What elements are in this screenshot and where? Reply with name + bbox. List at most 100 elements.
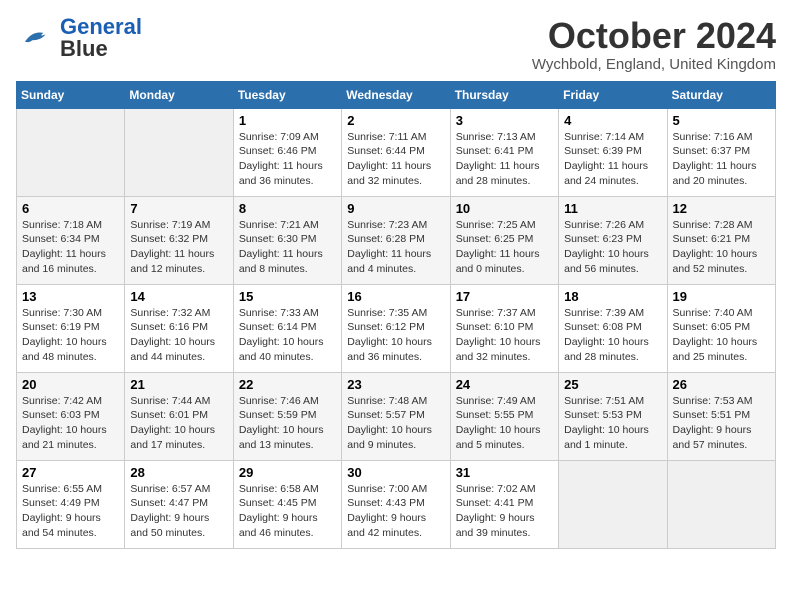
day-number: 10 — [456, 201, 553, 216]
calendar-week-1: 1 Sunrise: 7:09 AM Sunset: 6:46 PM Daylig… — [17, 108, 776, 196]
day-number: 4 — [564, 113, 661, 128]
calendar-cell: 19Sunrise: 7:40 AM Sunset: 6:05 PM Dayli… — [667, 284, 775, 372]
day-detail: Sunrise: 7:19 AM Sunset: 6:32 PM Dayligh… — [130, 218, 227, 277]
day-detail: Sunrise: 7:25 AM Sunset: 6:25 PM Dayligh… — [456, 218, 553, 277]
day-number: 3 — [456, 113, 553, 128]
day-number: 26 — [673, 377, 770, 392]
day-detail: Sunrise: 7:49 AM Sunset: 5:55 PM Dayligh… — [456, 394, 553, 453]
day-number: 16 — [347, 289, 444, 304]
day-detail: Sunrise: 7:37 AM Sunset: 6:10 PM Dayligh… — [456, 306, 553, 365]
day-number: 27 — [22, 465, 119, 480]
calendar-cell: 28 Sunrise: 6:57 AM Sunset: 4:47 PM Dayli… — [125, 460, 233, 548]
day-number: 6 — [22, 201, 119, 216]
day-number: 21 — [130, 377, 227, 392]
calendar-cell — [17, 108, 125, 196]
day-number: 18 — [564, 289, 661, 304]
calendar-cell: 2 Sunrise: 7:11 AM Sunset: 6:44 PM Daylig… — [342, 108, 450, 196]
day-detail: Sunrise: 7:18 AM Sunset: 6:34 PM Dayligh… — [22, 218, 119, 277]
calendar-cell: 21 Sunrise: 7:44 AM Sunset: 6:01 PM Dayli… — [125, 372, 233, 460]
day-number: 30 — [347, 465, 444, 480]
calendar-cell: 7Sunrise: 7:19 AM Sunset: 6:32 PM Daylig… — [125, 196, 233, 284]
calendar-cell: 15Sunrise: 7:33 AM Sunset: 6:14 PM Dayli… — [233, 284, 341, 372]
day-detail: Sunrise: 7:13 AM Sunset: 6:41 PM Dayligh… — [456, 130, 553, 189]
calendar-cell: 17Sunrise: 7:37 AM Sunset: 6:10 PM Dayli… — [450, 284, 558, 372]
day-number: 20 — [22, 377, 119, 392]
day-detail: Sunrise: 7:26 AM Sunset: 6:23 PM Dayligh… — [564, 218, 661, 277]
day-detail: Sunrise: 7:21 AM Sunset: 6:30 PM Dayligh… — [239, 218, 336, 277]
location-subtitle: Wychbold, England, United Kingdom — [532, 56, 776, 73]
day-detail: Sunrise: 7:46 AM Sunset: 5:59 PM Dayligh… — [239, 394, 336, 453]
day-number: 9 — [347, 201, 444, 216]
calendar-week-5: 27 Sunrise: 6:55 AM Sunset: 4:49 PM Dayli… — [17, 460, 776, 548]
calendar-cell: 10 Sunrise: 7:25 AM Sunset: 6:25 PM Dayli… — [450, 196, 558, 284]
calendar-cell: 4 Sunrise: 7:14 AM Sunset: 6:39 PM Daylig… — [559, 108, 667, 196]
day-number: 25 — [564, 377, 661, 392]
day-header-sunday: Sunday — [17, 81, 125, 108]
day-number: 5 — [673, 113, 770, 128]
day-header-wednesday: Wednesday — [342, 81, 450, 108]
day-detail: Sunrise: 7:44 AM Sunset: 6:01 PM Dayligh… — [130, 394, 227, 453]
day-detail: Sunrise: 7:16 AM Sunset: 6:37 PM Dayligh… — [673, 130, 770, 189]
calendar-cell: 16Sunrise: 7:35 AM Sunset: 6:12 PM Dayli… — [342, 284, 450, 372]
title-block: October 2024 Wychbold, England, United K… — [532, 16, 776, 73]
calendar-table: SundayMondayTuesdayWednesdayThursdayFrid… — [16, 81, 776, 549]
calendar-cell: 13Sunrise: 7:30 AM Sunset: 6:19 PM Dayli… — [17, 284, 125, 372]
calendar-body: 1 Sunrise: 7:09 AM Sunset: 6:46 PM Daylig… — [17, 108, 776, 548]
calendar-cell: 5 Sunrise: 7:16 AM Sunset: 6:37 PM Daylig… — [667, 108, 775, 196]
day-header-saturday: Saturday — [667, 81, 775, 108]
calendar-cell: 14 Sunrise: 7:32 AM Sunset: 6:16 PM Dayli… — [125, 284, 233, 372]
calendar-week-2: 6 Sunrise: 7:18 AM Sunset: 6:34 PM Daylig… — [17, 196, 776, 284]
calendar-cell: 18 Sunrise: 7:39 AM Sunset: 6:08 PM Dayli… — [559, 284, 667, 372]
day-detail: Sunrise: 7:42 AM Sunset: 6:03 PM Dayligh… — [22, 394, 119, 453]
day-number: 1 — [239, 113, 336, 128]
calendar-cell: 20 Sunrise: 7:42 AM Sunset: 6:03 PM Dayli… — [17, 372, 125, 460]
day-header-friday: Friday — [559, 81, 667, 108]
day-detail: Sunrise: 6:57 AM Sunset: 4:47 PM Dayligh… — [130, 482, 227, 541]
day-number: 28 — [130, 465, 227, 480]
calendar-cell: 30 Sunrise: 7:00 AM Sunset: 4:43 PM Dayli… — [342, 460, 450, 548]
day-number: 14 — [130, 289, 227, 304]
calendar-header-row: SundayMondayTuesdayWednesdayThursdayFrid… — [17, 81, 776, 108]
day-detail: Sunrise: 7:11 AM Sunset: 6:44 PM Dayligh… — [347, 130, 444, 189]
calendar-cell: 22 Sunrise: 7:46 AM Sunset: 5:59 PM Dayli… — [233, 372, 341, 460]
day-number: 15 — [239, 289, 336, 304]
day-number: 24 — [456, 377, 553, 392]
calendar-cell: 6 Sunrise: 7:18 AM Sunset: 6:34 PM Daylig… — [17, 196, 125, 284]
day-number: 19 — [673, 289, 770, 304]
calendar-cell: 8 Sunrise: 7:21 AM Sunset: 6:30 PM Daylig… — [233, 196, 341, 284]
day-detail: Sunrise: 7:00 AM Sunset: 4:43 PM Dayligh… — [347, 482, 444, 541]
day-detail: Sunrise: 6:55 AM Sunset: 4:49 PM Dayligh… — [22, 482, 119, 541]
day-detail: Sunrise: 7:02 AM Sunset: 4:41 PM Dayligh… — [456, 482, 553, 541]
logo-text: GeneralBlue — [60, 16, 142, 60]
day-number: 31 — [456, 465, 553, 480]
calendar-cell — [667, 460, 775, 548]
day-number: 8 — [239, 201, 336, 216]
day-number: 2 — [347, 113, 444, 128]
day-detail: Sunrise: 7:09 AM Sunset: 6:46 PM Dayligh… — [239, 130, 336, 189]
day-header-thursday: Thursday — [450, 81, 558, 108]
calendar-cell: 26 Sunrise: 7:53 AM Sunset: 5:51 PM Dayli… — [667, 372, 775, 460]
day-detail: Sunrise: 7:14 AM Sunset: 6:39 PM Dayligh… — [564, 130, 661, 189]
day-detail: Sunrise: 7:53 AM Sunset: 5:51 PM Dayligh… — [673, 394, 770, 453]
month-title: October 2024 — [532, 16, 776, 56]
day-number: 29 — [239, 465, 336, 480]
calendar-cell: 11 Sunrise: 7:26 AM Sunset: 6:23 PM Dayli… — [559, 196, 667, 284]
calendar-week-3: 13Sunrise: 7:30 AM Sunset: 6:19 PM Dayli… — [17, 284, 776, 372]
day-detail: Sunrise: 7:39 AM Sunset: 6:08 PM Dayligh… — [564, 306, 661, 365]
day-number: 23 — [347, 377, 444, 392]
day-detail: Sunrise: 7:28 AM Sunset: 6:21 PM Dayligh… — [673, 218, 770, 277]
day-header-tuesday: Tuesday — [233, 81, 341, 108]
page-header: GeneralBlue October 2024 Wychbold, Engla… — [16, 16, 776, 73]
calendar-cell: 23Sunrise: 7:48 AM Sunset: 5:57 PM Dayli… — [342, 372, 450, 460]
logo-bird-icon — [16, 27, 56, 49]
day-detail: Sunrise: 7:32 AM Sunset: 6:16 PM Dayligh… — [130, 306, 227, 365]
calendar-cell: 31 Sunrise: 7:02 AM Sunset: 4:41 PM Dayli… — [450, 460, 558, 548]
day-number: 12 — [673, 201, 770, 216]
calendar-cell: 27 Sunrise: 6:55 AM Sunset: 4:49 PM Dayli… — [17, 460, 125, 548]
day-number: 13 — [22, 289, 119, 304]
day-number: 22 — [239, 377, 336, 392]
logo: GeneralBlue — [16, 16, 142, 60]
calendar-cell — [559, 460, 667, 548]
calendar-cell — [125, 108, 233, 196]
day-number: 11 — [564, 201, 661, 216]
